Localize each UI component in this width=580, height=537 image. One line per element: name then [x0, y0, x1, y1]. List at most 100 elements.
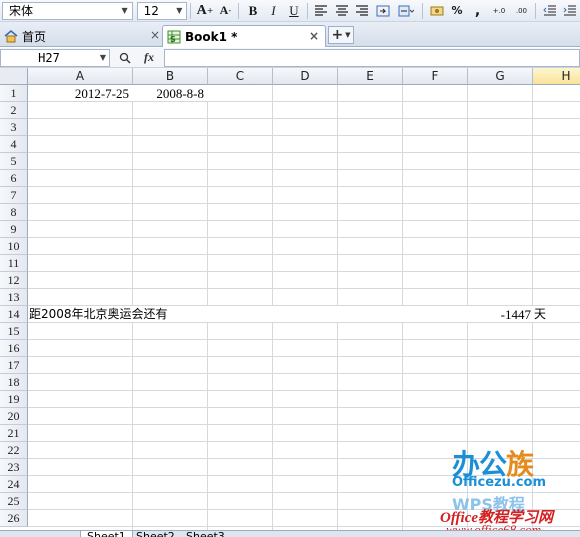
italic-button[interactable]: I — [264, 2, 283, 20]
shrink-font-button[interactable]: A- — [216, 2, 235, 20]
select-all-corner[interactable] — [0, 68, 28, 85]
grid-line — [28, 169, 580, 170]
close-icon[interactable]: × — [309, 29, 319, 43]
grid-line — [28, 373, 580, 374]
column-header-g[interactable]: G — [468, 68, 533, 85]
cell-a14[interactable]: 距2008年北京奥运会还有 — [28, 306, 468, 322]
row-header-5[interactable]: 5 — [0, 153, 28, 170]
underline-button[interactable]: U — [284, 2, 303, 20]
toolbar-divider — [421, 2, 423, 19]
increase-decimal-button[interactable]: +.0 — [488, 2, 509, 20]
tab-book1[interactable]: S Book1 * × — [162, 25, 326, 47]
column-header-a[interactable]: A — [28, 68, 133, 85]
increase-indent-icon — [563, 5, 577, 15]
row-header-2[interactable]: 2 — [0, 102, 28, 119]
row-header-15[interactable]: 15 — [0, 323, 28, 340]
home-icon — [4, 29, 18, 43]
row-header-23[interactable]: 23 — [0, 459, 28, 476]
grid-line — [28, 322, 580, 323]
chevron-down-icon[interactable]: ▼ — [97, 53, 109, 62]
row-header-20[interactable]: 20 — [0, 408, 28, 425]
grid-line — [28, 288, 580, 289]
zoom-formula-icon[interactable] — [116, 49, 134, 67]
decrease-indent-button[interactable] — [540, 2, 559, 20]
grid-line — [28, 135, 580, 136]
row-header-12[interactable]: 12 — [0, 272, 28, 289]
document-tabbar: 首页 × S Book1 * × + ▼ — [0, 22, 580, 47]
align-left-button[interactable] — [312, 2, 331, 20]
cell-a1[interactable]: 2012-7-25 — [28, 85, 133, 101]
sheet-tab-1[interactable]: Sheet1 — [80, 531, 133, 537]
row-header-14[interactable]: 14 — [0, 306, 28, 323]
sheet-tabbar: Sheet1 Sheet2 Sheet3 — [0, 530, 580, 537]
column-header-e[interactable]: E — [338, 68, 403, 85]
grid-line — [28, 152, 580, 153]
row-header-3[interactable]: 3 — [0, 119, 28, 136]
formula-input[interactable] — [164, 48, 580, 67]
percent-button[interactable]: % — [447, 2, 466, 20]
font-name-select[interactable]: 宋体 ▼ — [2, 1, 133, 20]
align-right-button[interactable] — [353, 2, 372, 20]
chevron-down-icon[interactable]: ▼ — [118, 3, 132, 19]
align-right-icon — [356, 4, 369, 16]
merge-cells-button[interactable] — [394, 2, 419, 20]
grid-line — [28, 407, 580, 408]
row-header-9[interactable]: 9 — [0, 221, 28, 238]
tab-home[interactable]: 首页 × — [0, 25, 160, 47]
row-header-26[interactable]: 26 — [0, 510, 28, 527]
increase-indent-button[interactable] — [561, 2, 580, 20]
column-header-f[interactable]: F — [403, 68, 468, 85]
row-header-25[interactable]: 25 — [0, 493, 28, 510]
plus-icon: + — [331, 27, 344, 43]
column-header-h[interactable]: H — [533, 68, 580, 85]
wrap-text-button[interactable] — [373, 2, 392, 20]
cell-h14[interactable]: 天 — [533, 306, 580, 322]
row-header-11[interactable]: 11 — [0, 255, 28, 272]
grid-line — [28, 203, 580, 204]
row-header-10[interactable]: 10 — [0, 238, 28, 255]
row-header-1[interactable]: 1 — [0, 85, 28, 102]
currency-button[interactable] — [427, 2, 446, 20]
sheet-tab-3[interactable]: Sheet3 — [180, 531, 231, 537]
row-header-21[interactable]: 21 — [0, 425, 28, 442]
comma-button[interactable]: , — [468, 2, 487, 20]
cell-g14[interactable]: -1447 — [468, 306, 533, 322]
font-size-select[interactable]: 12 ▼ — [136, 1, 188, 20]
align-center-button[interactable] — [332, 2, 351, 20]
row-header-19[interactable]: 19 — [0, 391, 28, 408]
column-header-d[interactable]: D — [273, 68, 338, 85]
row-header-4[interactable]: 4 — [0, 136, 28, 153]
row-header-16[interactable]: 16 — [0, 340, 28, 357]
insert-function-button[interactable]: fx — [140, 49, 158, 67]
grid-line — [28, 424, 580, 425]
grid-line — [28, 220, 580, 221]
chevron-down-icon[interactable]: ▼ — [172, 3, 186, 19]
bold-button[interactable]: B — [243, 2, 262, 20]
close-icon[interactable]: × — [150, 28, 160, 42]
grow-font-button[interactable]: A + — [195, 2, 214, 20]
grid-line — [28, 186, 580, 187]
column-header-c[interactable]: C — [208, 68, 273, 85]
row-header-24[interactable]: 24 — [0, 476, 28, 493]
row-header-22[interactable]: 22 — [0, 442, 28, 459]
row-header-8[interactable]: 8 — [0, 204, 28, 221]
row-header-18[interactable]: 18 — [0, 374, 28, 391]
grid-line — [28, 339, 580, 340]
row-header-17[interactable]: 17 — [0, 357, 28, 374]
name-box[interactable]: H27 ▼ — [0, 48, 110, 67]
grid-line — [28, 356, 580, 357]
grow-font-icon: A — [196, 2, 207, 18]
column-header-b[interactable]: B — [133, 68, 208, 85]
row-header-13[interactable]: 13 — [0, 289, 28, 306]
decrease-decimal-button[interactable]: .00 — [511, 2, 532, 20]
currency-icon — [430, 6, 444, 15]
row-header-7[interactable]: 7 — [0, 187, 28, 204]
sheet-tab-2[interactable]: Sheet2 — [130, 531, 181, 537]
align-left-icon — [315, 4, 328, 16]
tab-book1-label: Book1 * — [185, 29, 238, 44]
cell-b1[interactable]: 2008-8-8 — [133, 85, 208, 101]
grid-line — [28, 101, 580, 102]
grid-line — [28, 237, 580, 238]
row-header-6[interactable]: 6 — [0, 170, 28, 187]
new-tab-button[interactable]: + ▼ — [328, 26, 354, 44]
